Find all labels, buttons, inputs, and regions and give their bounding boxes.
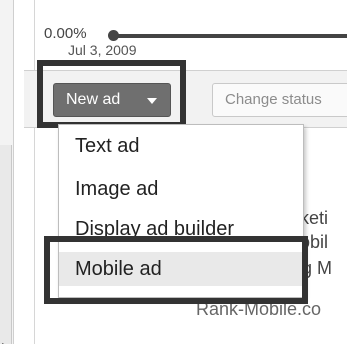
left-panel-collapse[interactable]: ▸ (0, 145, 12, 344)
new-ad-highlight-box (37, 60, 186, 128)
table-gridline (34, 0, 35, 344)
menu-item-image-ad[interactable]: Image ad (59, 172, 305, 206)
mobile-ad-highlight-box (44, 236, 308, 304)
chart-data-point (108, 30, 119, 41)
change-status-button[interactable]: Change status (212, 83, 347, 117)
adwords-ads-tab: ▸ 0.00% Jul 3, 2009 New ad Change status… (0, 0, 347, 344)
menu-item-text-ad[interactable]: Text ad (59, 129, 305, 163)
chart-trend-line (113, 34, 347, 38)
menu-item-label: Image ad (75, 178, 159, 200)
menu-item-label: Text ad (75, 135, 140, 157)
chart-y-axis-label: 0.00% (44, 25, 87, 42)
chart-date-label: Jul 3, 2009 (68, 42, 137, 58)
change-status-label: Change status (225, 91, 322, 108)
